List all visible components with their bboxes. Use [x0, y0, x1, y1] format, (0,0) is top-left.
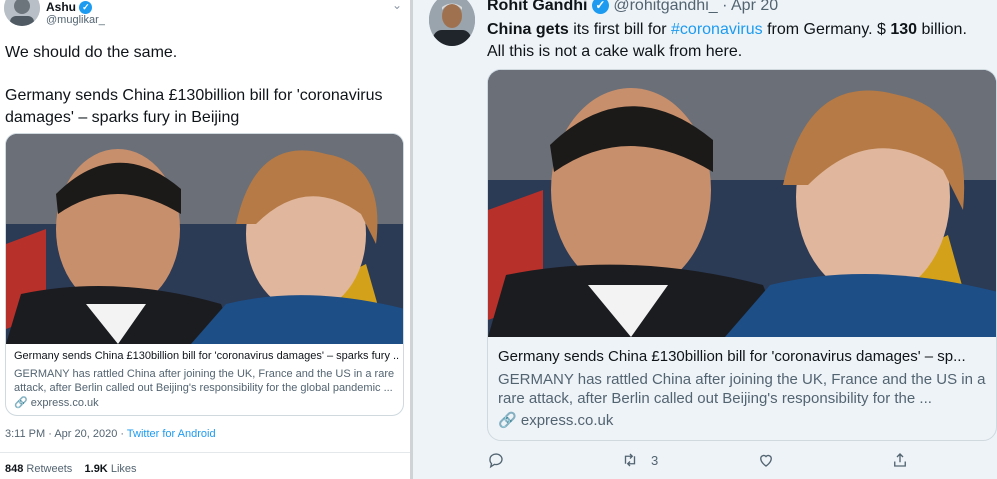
like-button[interactable] [757, 449, 775, 471]
card-title: Germany sends China £130billion bill for… [14, 350, 400, 362]
card-domain: 🔗 express.co.uk [498, 412, 614, 429]
card-domain: 🔗 express.co.uk [14, 397, 99, 409]
author-name[interactable]: Ashu ✓ [46, 0, 93, 14]
card-description: GERMANY has rattled China after joining … [14, 368, 395, 394]
likes-stat[interactable]: 1.9K Likes [85, 463, 137, 475]
like-icon [760, 454, 772, 467]
reply-button[interactable] [487, 449, 505, 471]
verified-badge-icon: ✓ [591, 0, 609, 14]
author-name[interactable]: Rohit Gandhi [487, 0, 587, 14]
link-icon: 🔗 [14, 397, 28, 409]
tweet-source[interactable]: Twitter for Android [127, 428, 216, 440]
tweet-date[interactable]: Apr 20 [731, 0, 778, 14]
link-preview-card[interactable]: Germany sends China £130billion bill for… [5, 133, 404, 416]
reply-icon [489, 453, 503, 469]
hashtag-link[interactable]: #coronavirus [671, 21, 763, 38]
card-image [6, 134, 403, 344]
right-tweet: Rohit Gandhi ✓ @rohitgandhi_ · Apr 20 Ch… [413, 0, 997, 479]
tweet-header: Rohit Gandhi ✓ @rohitgandhi_ · Apr 20 [487, 0, 778, 15]
retweets-stat[interactable]: 848 Retweets [5, 463, 72, 475]
tweet-text: China gets its first bill for #coronavir… [487, 21, 967, 60]
link-icon: 🔗 [498, 412, 517, 429]
author-avatar[interactable] [429, 0, 475, 46]
timestamp[interactable]: 3:11 PM · Apr 20, 2020 [5, 428, 117, 440]
tweet-text-quote: Germany sends China £130billion bill for… [5, 87, 383, 126]
card-title: Germany sends China £130billion bill for… [498, 348, 966, 365]
share-icon [894, 453, 906, 467]
verified-badge-icon: ✓ [79, 1, 93, 14]
share-button[interactable] [891, 449, 909, 471]
tweet-stats: 848 Retweets 1.9K Likes [5, 463, 137, 475]
author-handle[interactable]: @rohitgandhi_ [613, 0, 717, 14]
left-tweet: Ashu ✓ @muglikar_ ⌄ We should do the sam… [0, 0, 410, 479]
divider [0, 452, 410, 453]
tweet-text: We should do the same. [5, 44, 178, 61]
author-handle[interactable]: @muglikar_ [46, 14, 105, 26]
retweet-icon [624, 453, 636, 467]
retweet-button[interactable]: 3 [621, 449, 658, 471]
card-image [488, 70, 996, 337]
retweet-count: 3 [651, 452, 659, 468]
more-caret-icon[interactable]: ⌄ [392, 0, 402, 12]
tweet-actions: 3 [487, 449, 907, 473]
author-avatar[interactable] [4, 0, 40, 26]
link-preview-card[interactable]: Germany sends China £130billion bill for… [487, 69, 997, 441]
tweet-meta: 3:11 PM · Apr 20, 2020 · Twitter for And… [5, 428, 216, 440]
card-description: GERMANY has rattled China after joining … [498, 371, 986, 407]
